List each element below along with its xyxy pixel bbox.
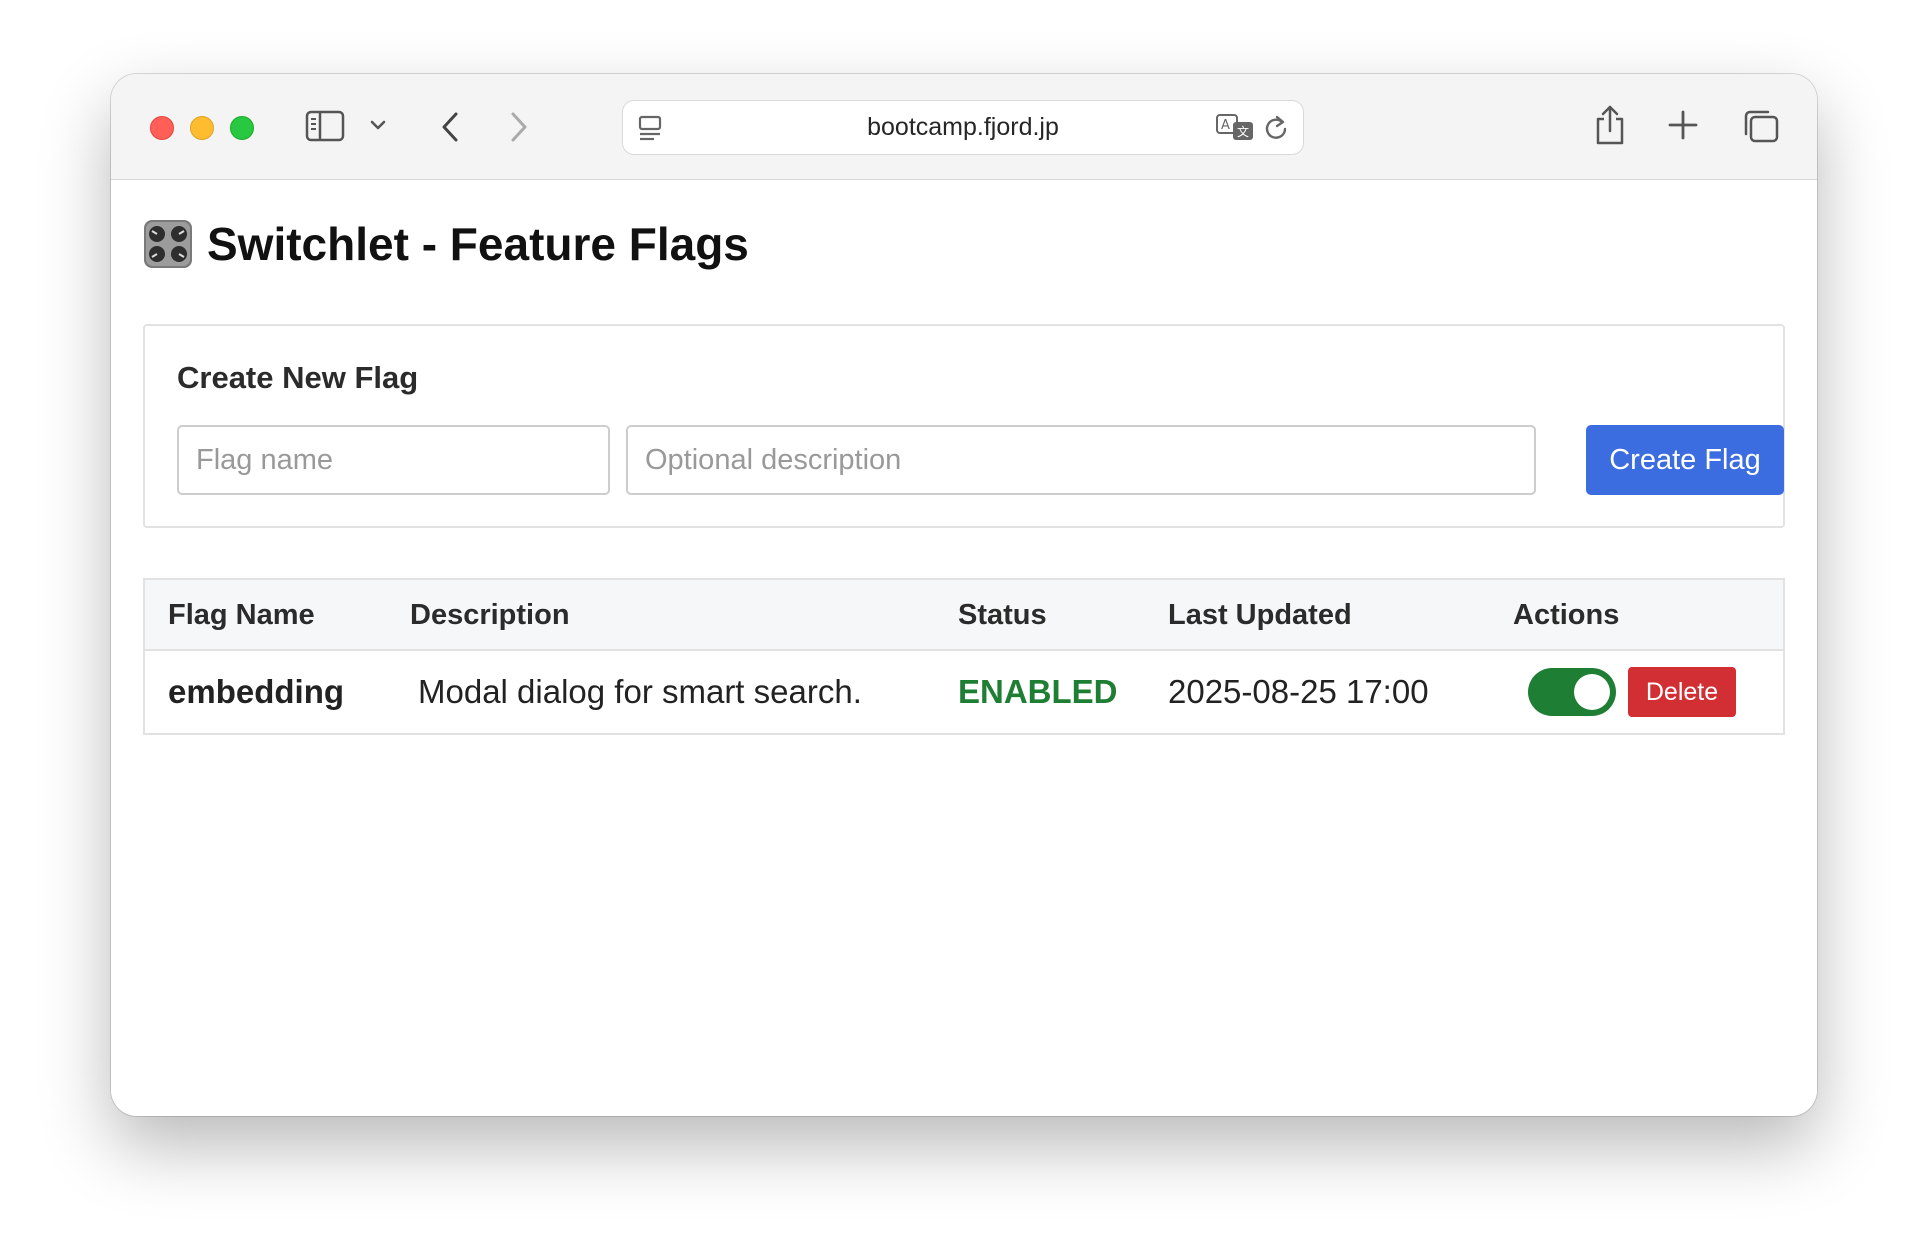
flag-name-input[interactable] — [177, 425, 610, 495]
reload-icon[interactable] — [1263, 113, 1291, 143]
table-row: embedding Modal dialog for smart search.… — [145, 651, 1783, 733]
url-text: bootcamp.fjord.jp — [867, 113, 1059, 141]
last-updated-cell: 2025-08-25 17:00 — [1168, 673, 1429, 710]
svg-text:A: A — [1221, 118, 1230, 133]
flag-enabled-toggle[interactable] — [1528, 668, 1616, 716]
sidebar-icon[interactable] — [305, 110, 345, 142]
status-badge: ENABLED — [958, 673, 1118, 710]
column-header-actions: Actions — [1513, 599, 1620, 631]
column-header-description: Description — [410, 599, 570, 631]
column-header-last-updated: Last Updated — [1168, 599, 1352, 631]
toggle-knob — [1574, 674, 1610, 710]
share-icon[interactable] — [1592, 103, 1628, 147]
column-header-status: Status — [958, 599, 1047, 631]
translate-icon[interactable]: A文 — [1215, 112, 1255, 142]
flag-description-cell: Modal dialog for smart search. — [418, 673, 862, 710]
browser-toolbar: bootcamp.fjord.jp A文 — [111, 74, 1817, 180]
page-title: Switchlet - Feature Flags — [143, 214, 749, 274]
page-title-text: Switchlet - Feature Flags — [207, 218, 749, 270]
chevron-down-icon[interactable] — [369, 118, 387, 132]
back-icon[interactable] — [438, 110, 462, 144]
table-header: Flag Name Description Status Last Update… — [145, 580, 1783, 651]
delete-flag-button[interactable]: Delete — [1628, 667, 1736, 717]
create-flag-button[interactable]: Create Flag — [1586, 425, 1784, 495]
tab-overview-icon[interactable] — [1742, 108, 1780, 144]
create-flag-heading: Create New Flag — [177, 360, 419, 395]
zoom-window-button[interactable] — [230, 116, 254, 140]
new-tab-icon[interactable] — [1667, 109, 1699, 141]
browser-window: bootcamp.fjord.jp A文 Switchlet - Feature… — [111, 74, 1817, 1116]
svg-text:文: 文 — [1237, 124, 1249, 139]
flags-table: Flag Name Description Status Last Update… — [143, 578, 1785, 735]
column-header-flag-name: Flag Name — [168, 599, 315, 631]
address-bar[interactable]: bootcamp.fjord.jp A文 — [622, 100, 1304, 155]
control-knobs-icon — [143, 219, 193, 269]
flag-description-input[interactable] — [626, 425, 1536, 495]
minimize-window-button[interactable] — [190, 116, 214, 140]
close-window-button[interactable] — [150, 116, 174, 140]
create-flag-card: Create New Flag Create Flag — [143, 324, 1785, 528]
forward-icon[interactable] — [507, 110, 531, 144]
flag-name-cell: embedding — [168, 673, 345, 710]
page-content: Switchlet - Feature Flags Create New Fla… — [111, 180, 1817, 1116]
